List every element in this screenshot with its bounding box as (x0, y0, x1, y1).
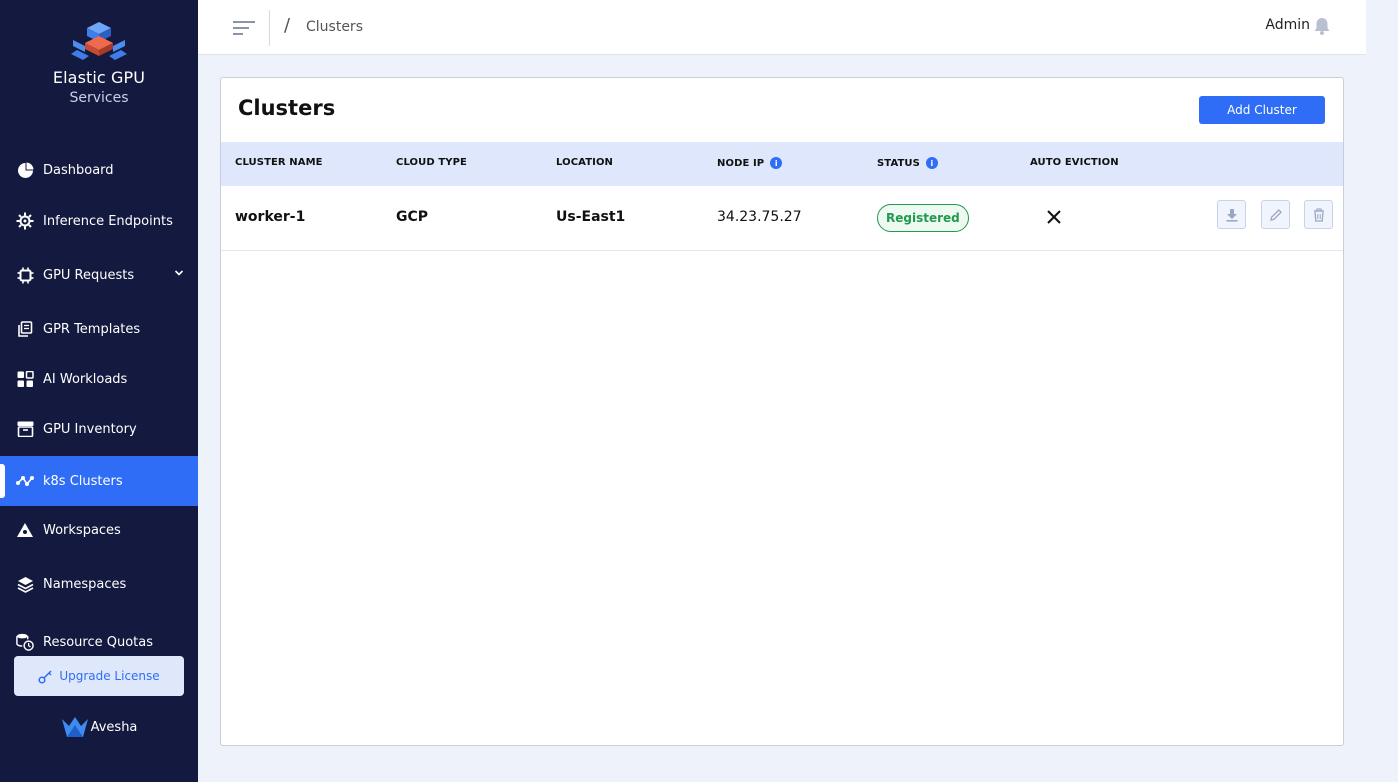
cell-cloud-type: GCP (396, 209, 429, 225)
sidebar-item-dashboard[interactable]: Dashboard (0, 145, 198, 195)
sidebar-item-label: GPU Requests (43, 267, 135, 283)
pie-chart-icon (16, 161, 34, 179)
clusters-card: Clusters Add Cluster CLUSTER NAME CLOUD … (220, 77, 1344, 746)
widgets-icon (16, 370, 34, 388)
gear-chip-icon (16, 212, 34, 230)
pencil-icon (1269, 208, 1282, 221)
breadcrumb: Clusters (306, 19, 363, 35)
info-icon[interactable]: i (925, 157, 938, 169)
menu-toggle-icon[interactable] (232, 19, 256, 37)
download-icon (1226, 208, 1237, 222)
cell-node-ip: 34.23.75.27 (717, 209, 802, 225)
column-header-label: CLUSTER NAME (235, 157, 323, 168)
column-header-cloud-type: CLOUD TYPE (396, 157, 467, 168)
sidebar-item-label: k8s Clusters (43, 473, 123, 489)
sidebar-item-inference-endpoints[interactable]: Inference Endpoints (0, 196, 198, 246)
workspace-icon (16, 521, 34, 539)
footer-brand: Avesha (0, 716, 198, 738)
chip-icon (16, 266, 34, 284)
table-header: CLUSTER NAME CLOUD TYPE LOCATION NODE IP… (221, 142, 1343, 186)
sidebar-item-k8s-clusters[interactable]: k8s Clusters (0, 456, 198, 506)
upgrade-license-button[interactable]: Upgrade License (14, 656, 184, 696)
templates-icon (16, 320, 34, 338)
edit-button[interactable] (1261, 200, 1290, 229)
bell-icon[interactable] (1312, 16, 1332, 36)
page-title: Clusters (238, 96, 336, 120)
column-header-label: LOCATION (556, 157, 614, 168)
column-header-status: STATUS i (877, 157, 938, 169)
sidebar-item-label: Resource Quotas (43, 634, 154, 650)
brand-logo-icon (71, 22, 127, 60)
column-header-location: LOCATION (556, 157, 613, 168)
layers-icon (16, 575, 34, 593)
sidebar-item-label: Dashboard (43, 162, 114, 178)
add-cluster-button[interactable]: Add Cluster (1199, 96, 1325, 124)
quota-clock-icon (16, 633, 34, 651)
brand: Elastic GPU Services (0, 20, 198, 106)
topbar: / Clusters Admin (198, 0, 1366, 55)
delete-button[interactable] (1304, 200, 1333, 229)
cluster-nodes-icon (16, 472, 34, 490)
download-button[interactable] (1217, 200, 1246, 229)
sidebar-item-label: GPR Templates (43, 321, 141, 337)
column-header-label: AUTO EVICTION (1030, 157, 1119, 168)
info-icon[interactable]: i (770, 157, 783, 169)
cell-location: Us-East1 (556, 209, 626, 225)
key-icon (38, 669, 53, 684)
sidebar-item-label: Workspaces (43, 522, 121, 538)
table-row: worker-1 GCP Us-East1 34.23.75.27 Regist… (221, 186, 1343, 251)
column-header-label: STATUS (877, 157, 920, 169)
column-header-auto-eviction: AUTO EVICTION (1030, 157, 1119, 168)
column-header-label: NODE IP (717, 157, 765, 169)
sidebar-item-label: GPU Inventory (43, 421, 137, 437)
brand-subtitle: Services (69, 90, 129, 106)
sidebar-item-gpu-requests[interactable]: GPU Requests (0, 250, 198, 300)
divider (269, 10, 270, 46)
sidebar-item-gpu-inventory[interactable]: GPU Inventory (0, 404, 198, 454)
footer-brand-label: Avesha (90, 719, 138, 735)
column-header-cluster-name: CLUSTER NAME (235, 157, 323, 168)
brand-title: Elastic GPU (52, 68, 146, 87)
sidebar-item-ai-workloads[interactable]: AI Workloads (0, 354, 198, 404)
sidebar-item-namespaces[interactable]: Namespaces (0, 559, 198, 609)
column-header-label: CLOUD TYPE (396, 157, 467, 168)
user-name[interactable]: Admin (1265, 17, 1310, 33)
archive-icon (16, 420, 34, 438)
sidebar-item-label: Inference Endpoints (43, 213, 173, 229)
sidebar: Elastic GPU Services Dashboard Inference… (0, 0, 198, 782)
column-header-node-ip: NODE IP i (717, 157, 783, 169)
auto-eviction-off-icon (1047, 210, 1061, 224)
trash-icon (1313, 207, 1324, 222)
sidebar-item-label: Namespaces (43, 576, 127, 592)
status-badge: Registered (877, 204, 969, 232)
avesha-logo-icon (61, 717, 88, 737)
sidebar-item-workspaces[interactable]: Workspaces (0, 505, 198, 555)
chevron-down-icon[interactable] (174, 268, 184, 278)
breadcrumb-separator: / (284, 15, 291, 36)
sidebar-item-gpr-templates[interactable]: GPR Templates (0, 304, 198, 354)
upgrade-license-label: Upgrade License (59, 669, 160, 683)
sidebar-item-label: AI Workloads (43, 371, 128, 387)
cell-cluster-name: worker-1 (235, 209, 306, 225)
